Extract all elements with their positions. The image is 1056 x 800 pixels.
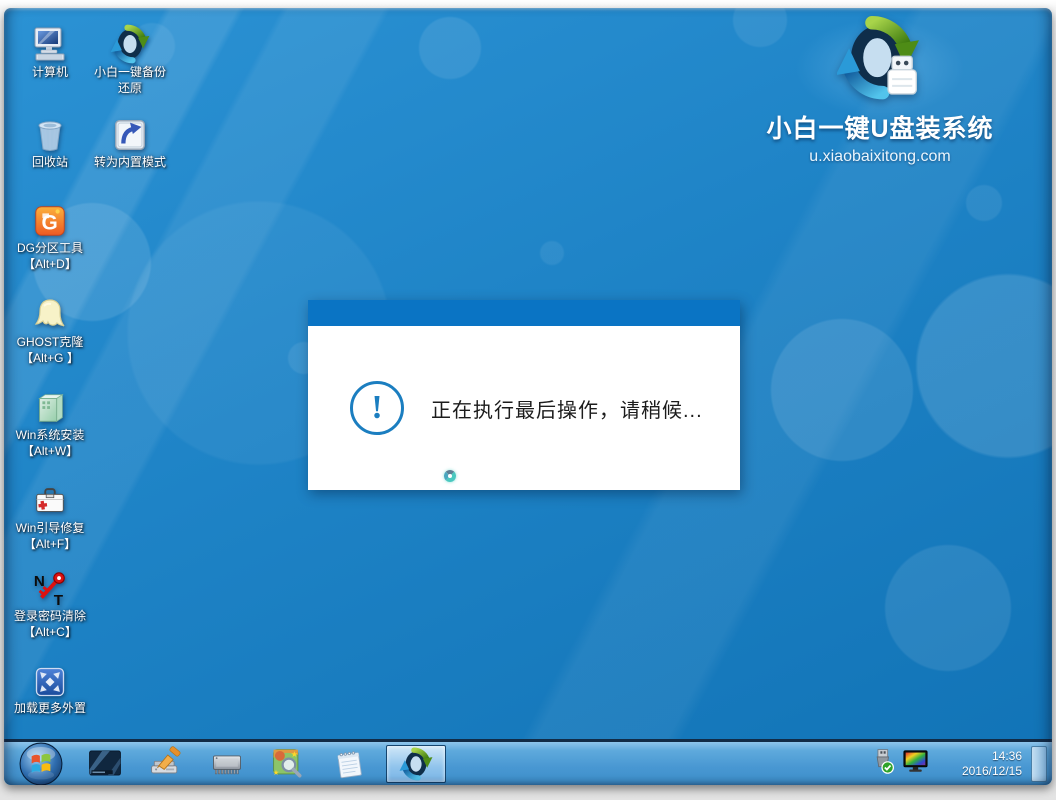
- taskbar-memory-tool-button[interactable]: [207, 744, 247, 784]
- desktop-icon-builtin-mode[interactable]: 转为内置模式: [92, 112, 168, 170]
- windows-orb-icon: [19, 742, 63, 786]
- taskbar-xiaobai-active-button[interactable]: [386, 745, 446, 783]
- win-install-icon: [31, 385, 69, 427]
- xiaobai-arrows-icon: [399, 747, 433, 781]
- desktop-icon-win-install[interactable]: Win系统安装 【Alt+W】: [12, 385, 88, 459]
- desktop-icon-win-bootfix[interactable]: Win引导修复 【Alt+F】: [12, 478, 88, 552]
- dg-partition-icon: G: [31, 198, 69, 240]
- notepad-icon: [331, 746, 367, 782]
- load-external-icon: [32, 658, 68, 700]
- clock-date: 2016/12/15: [942, 764, 1022, 779]
- brand-title: 小白一键U盘装系统: [746, 109, 1014, 145]
- brand-logo-icon: [837, 89, 923, 106]
- usb-safely-remove-icon[interactable]: [869, 748, 895, 779]
- desktop-icon-label: 计算机: [32, 64, 68, 80]
- brand-logo: 小白一键U盘装系统 u.xiaobaixitong.com: [746, 16, 1014, 166]
- brand-url: u.xiaobaixitong.com: [746, 148, 1014, 166]
- start-button[interactable]: [18, 742, 64, 786]
- desktop-icon-dg-partition[interactable]: G DG分区工具 【Alt+D】: [12, 198, 88, 272]
- win-bootfix-icon: [31, 478, 69, 520]
- dialog-titlebar[interactable]: [308, 300, 740, 326]
- display-settings-icon[interactable]: [902, 749, 929, 779]
- progress-dialog: ! 正在执行最后操作，请稍候...: [308, 300, 740, 490]
- taskbar: ★ ★: [4, 739, 1052, 785]
- desktop-icon-recycle-bin[interactable]: 回收站: [12, 112, 88, 170]
- svg-text:★: ★: [291, 748, 298, 758]
- taskbar-clock[interactable]: 14:36 2016/12/15: [942, 749, 1022, 779]
- svg-text:T: T: [54, 592, 64, 608]
- desktop-icon-ghost-clone[interactable]: GHOST克隆 【Alt+G 】: [12, 292, 88, 366]
- taskbar-notepad-button[interactable]: [329, 744, 369, 784]
- desktop-screen: 计算机 小白一键备份 还原 回收站: [4, 8, 1052, 785]
- backup-restore-icon: [110, 22, 150, 64]
- dialog-body: ! 正在执行最后操作，请稍候...: [308, 326, 740, 490]
- builtin-mode-icon: [111, 112, 149, 154]
- desktop-icon-load-external[interactable]: 加载更多外置: [12, 658, 88, 716]
- password-clear-icon: N T: [31, 566, 69, 608]
- dialog-message: 正在执行最后操作，请稍候...: [431, 394, 703, 423]
- display-preview-icon: [88, 750, 122, 777]
- memory-chip-icon: [209, 746, 245, 782]
- svg-text:★: ★: [273, 767, 279, 776]
- taskbar-display-preview-button[interactable]: [85, 744, 125, 784]
- taskbar-screenshot-tool-button[interactable]: ★ ★: [268, 744, 308, 784]
- exclamation-circle-icon: !: [350, 381, 404, 435]
- ghost-clone-icon: [30, 292, 70, 334]
- show-desktop-button[interactable]: [1031, 746, 1047, 782]
- taskbar-disk-cleanup-button[interactable]: [146, 744, 186, 784]
- clock-time: 14:36: [942, 749, 1022, 764]
- desktop-icon-password-clear[interactable]: N T 登录密码清除 【Alt+C】: [8, 566, 92, 640]
- screenshot-tool-icon: ★ ★: [270, 746, 306, 782]
- loading-spinner-icon: [444, 470, 456, 482]
- system-tray: 14:36 2016/12/15: [869, 742, 1022, 785]
- desktop-icon-computer[interactable]: 计算机: [12, 22, 88, 80]
- disk-cleanup-icon: [148, 746, 184, 782]
- computer-icon: [30, 22, 70, 64]
- desktop-icon-backup-restore[interactable]: 小白一键备份 还原: [92, 22, 168, 96]
- recycle-bin-icon: [30, 112, 70, 154]
